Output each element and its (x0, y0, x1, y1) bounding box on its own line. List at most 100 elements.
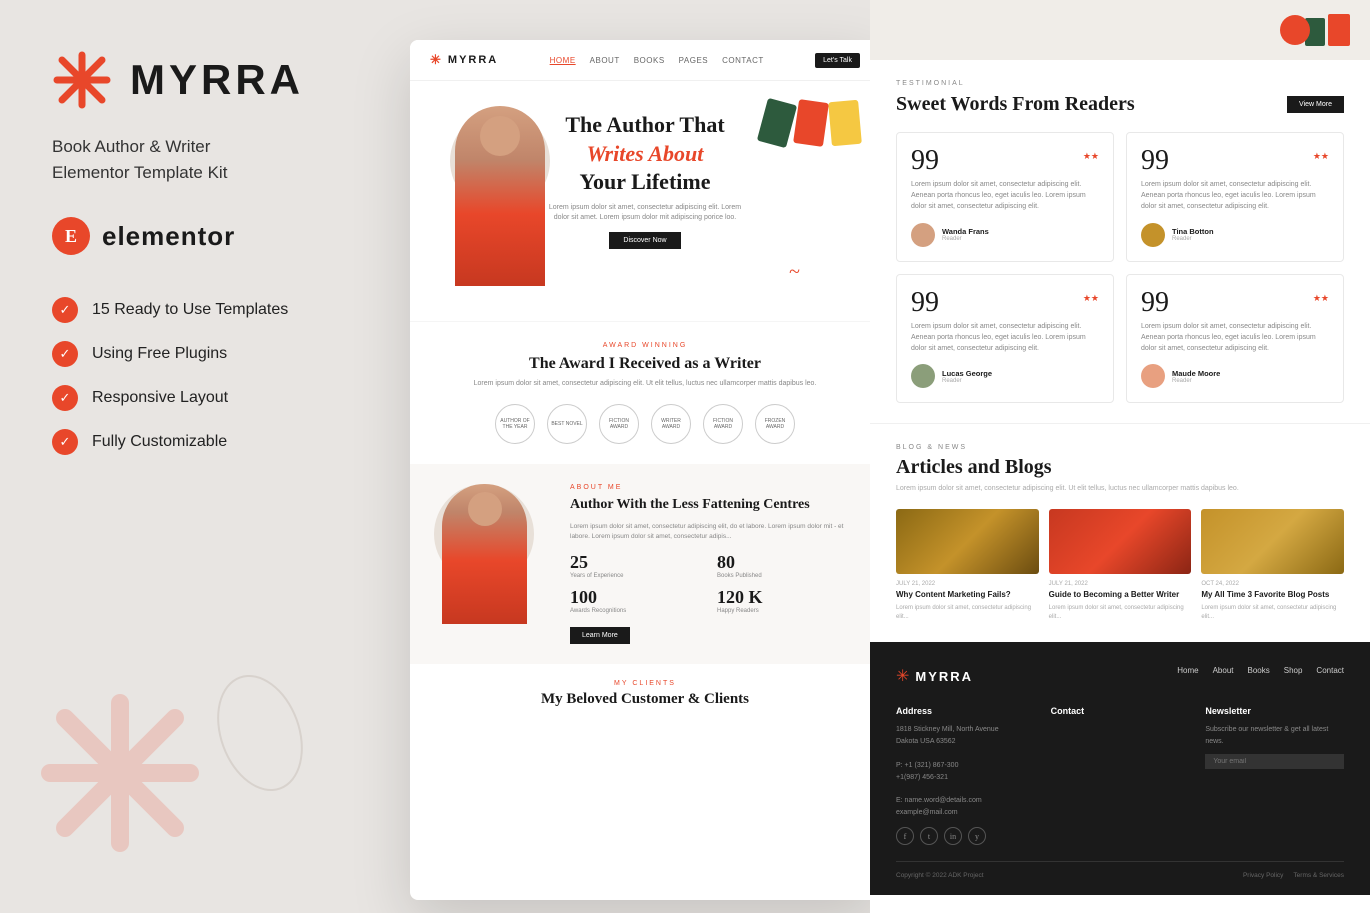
elementor-label: elementor (102, 221, 235, 252)
footer-col-address: Address 1818 Stickney Mill, North Avenue… (896, 706, 1035, 845)
footer-newsletter-title: Newsletter (1205, 706, 1344, 716)
testimonial-section: TESTIMONIAL Sweet Words From Readers Vie… (870, 60, 1370, 423)
feature-label-4: Fully Customizable (92, 433, 227, 451)
check-icon-3: ✓ (52, 385, 78, 411)
footer-nav-shop[interactable]: Shop (1284, 666, 1303, 686)
stat-number-4: 120 K (717, 587, 856, 608)
footer-nav-contact[interactable]: Contact (1316, 666, 1344, 686)
terms-link[interactable]: Terms & Services (1293, 872, 1344, 879)
stat-number-2: 80 (717, 552, 856, 573)
quote-mark-4: 99 (1141, 289, 1329, 317)
award-badge-3: FICTION AWARD (599, 404, 639, 444)
site-nav-contact[interactable]: CONTACT (722, 56, 764, 65)
author-role-3: Reader (942, 378, 992, 384)
award-badge-5: FICTION AWARD (703, 404, 743, 444)
site-nav-home[interactable]: HOME (550, 56, 576, 65)
author-role-2: Reader (1172, 236, 1214, 242)
learn-more-button[interactable]: Learn More (570, 627, 630, 644)
blog-section: BLOG & NEWS Articles and Blogs Lorem ips… (870, 423, 1370, 642)
blog-image-1 (896, 509, 1039, 574)
stat-number-3: 100 (570, 587, 709, 608)
footer-nav-books[interactable]: Books (1248, 666, 1270, 686)
instagram-icon[interactable]: in (944, 827, 962, 845)
testimonial-author-3: Lucas George Reader (911, 364, 1099, 388)
blog-card-3: OCT 24, 2022 My All Time 3 Favorite Blog… (1201, 509, 1344, 622)
footer-address-text: 1818 Stickney Mill, North Avenue Dakota … (896, 724, 1035, 819)
about-section: ABOUT ME Author With the Less Fattening … (410, 464, 880, 665)
blog-image-3 (1201, 509, 1344, 574)
testimonial-author-1: Wanda Frans Reader (911, 223, 1099, 247)
facebook-icon[interactable]: f (896, 827, 914, 845)
author-role-1: Reader (942, 236, 989, 242)
footer-copyright: Copyright © 2022 ADK Project (896, 872, 984, 879)
tagline-line2: Elementor Template Kit (52, 163, 227, 182)
hero-cta-button[interactable]: Discover Now (609, 232, 680, 249)
testimonial-text-3: Lorem ipsum dolor sit amet, consectetur … (911, 321, 1099, 355)
author-role-4: Reader (1172, 378, 1220, 384)
footer-address-title: Address (896, 706, 1035, 716)
blog-description: Lorem ipsum dolor sit amet, consectetur … (896, 484, 1344, 495)
privacy-policy-link[interactable]: Privacy Policy (1243, 872, 1283, 879)
author-info-4: Maude Moore Reader (1172, 369, 1220, 384)
blog-post-title-1[interactable]: Why Content Marketing Fails? (896, 590, 1039, 600)
site-nav-books[interactable]: BOOKS (634, 56, 665, 65)
newsletter-input[interactable] (1205, 754, 1344, 769)
deco-curve (202, 663, 318, 803)
feature-label-1: 15 Ready to Use Templates (92, 301, 288, 319)
footer-nav-home[interactable]: Home (1177, 666, 1198, 686)
footer-logo: ✳ MYRRA (896, 666, 973, 686)
footer-newsletter-text: Subscribe our newsletter & get all lates… (1205, 724, 1344, 748)
testimonial-author-4: Maude Moore Reader (1141, 364, 1329, 388)
about-head (468, 492, 502, 526)
about-figure (442, 484, 527, 624)
footer-top: ✳ MYRRA Home About Books Shop Contact (896, 666, 1344, 686)
asterisk-logo-icon (52, 50, 112, 110)
site-nav-pages[interactable]: PAGES (679, 56, 708, 65)
book-shape-1 (757, 98, 797, 148)
testimonial-card-3: 99 ★★ Lorem ipsum dolor sit amet, consec… (896, 274, 1114, 404)
testimonial-text-1: Lorem ipsum dolor sit amet, consectetur … (911, 179, 1099, 213)
feature-label-2: Using Free Plugins (92, 345, 227, 363)
book-deco-right (1305, 14, 1350, 46)
clients-eyebrow: MY CLIENTS (434, 680, 856, 687)
blog-post-title-3[interactable]: My All Time 3 Favorite Blog Posts (1201, 590, 1344, 600)
elementor-icon: E (52, 217, 90, 255)
blog-post-title-2[interactable]: Guide to Becoming a Better Writer (1049, 590, 1192, 600)
awards-eyebrow: AWARD WINNING (434, 342, 856, 349)
footer-nav-about[interactable]: About (1213, 666, 1234, 686)
awards-row: AUTHOR OF THE YEAR BEST NOVEL FICTION AW… (434, 404, 856, 444)
footer-nav: Home About Books Shop Contact (1177, 666, 1344, 686)
about-description: Lorem ipsum dolor sit amet, consectetur … (570, 522, 856, 543)
blog-date-1: JULY 21, 2022 (896, 581, 1039, 587)
testimonial-title: Sweet Words From Readers (896, 93, 1135, 116)
blog-card-1: JULY 21, 2022 Why Content Marketing Fail… (896, 509, 1039, 622)
testimonials-grid: 99 ★★ Lorem ipsum dolor sit amet, consec… (896, 132, 1344, 403)
view-more-button[interactable]: View More (1287, 96, 1344, 113)
about-circle-bg (434, 484, 534, 584)
book-deco-2 (1328, 14, 1350, 46)
stat-awards: 100 Awards Recognitions (570, 587, 709, 614)
site-logo: ✳ MYRRA (430, 52, 498, 68)
hero-description: Lorem ipsum dolor sit amet, consectetur … (545, 203, 745, 224)
stat-books: 80 Books Published (717, 552, 856, 579)
quote-mark-2: 99 (1141, 147, 1329, 175)
blog-card-2: JULY 21, 2022 Guide to Becoming a Better… (1049, 509, 1192, 622)
testimonial-author-2: Tina Botton Reader (1141, 223, 1329, 247)
testimonial-text-4: Lorem ipsum dolor sit amet, consectetur … (1141, 321, 1329, 355)
blog-date-2: JULY 21, 2022 (1049, 581, 1192, 587)
twitter-icon[interactable]: t (920, 827, 938, 845)
site-footer: ✳ MYRRA Home About Books Shop Contact Ad… (870, 642, 1370, 895)
footer-asterisk-icon: ✳ (896, 666, 909, 686)
award-badge-1: AUTHOR OF THE YEAR (495, 404, 535, 444)
logo-area: MYRRA (52, 50, 368, 110)
site-nav-cta[interactable]: Let's Talk (815, 53, 860, 68)
youtube-icon[interactable]: y (968, 827, 986, 845)
footer-col-contact: Contact (1051, 706, 1190, 845)
blog-post-desc-1: Lorem ipsum dolor sit amet, consectetur … (896, 604, 1039, 622)
footer-logo-text: MYRRA (915, 669, 973, 684)
blog-title: Articles and Blogs (896, 456, 1344, 479)
about-content: ABOUT ME Author With the Less Fattening … (570, 484, 856, 645)
red-squiggle-deco: ~ (789, 261, 800, 284)
site-nav-about[interactable]: ABOUT (590, 56, 620, 65)
hero-line1: The Author That (565, 112, 724, 137)
